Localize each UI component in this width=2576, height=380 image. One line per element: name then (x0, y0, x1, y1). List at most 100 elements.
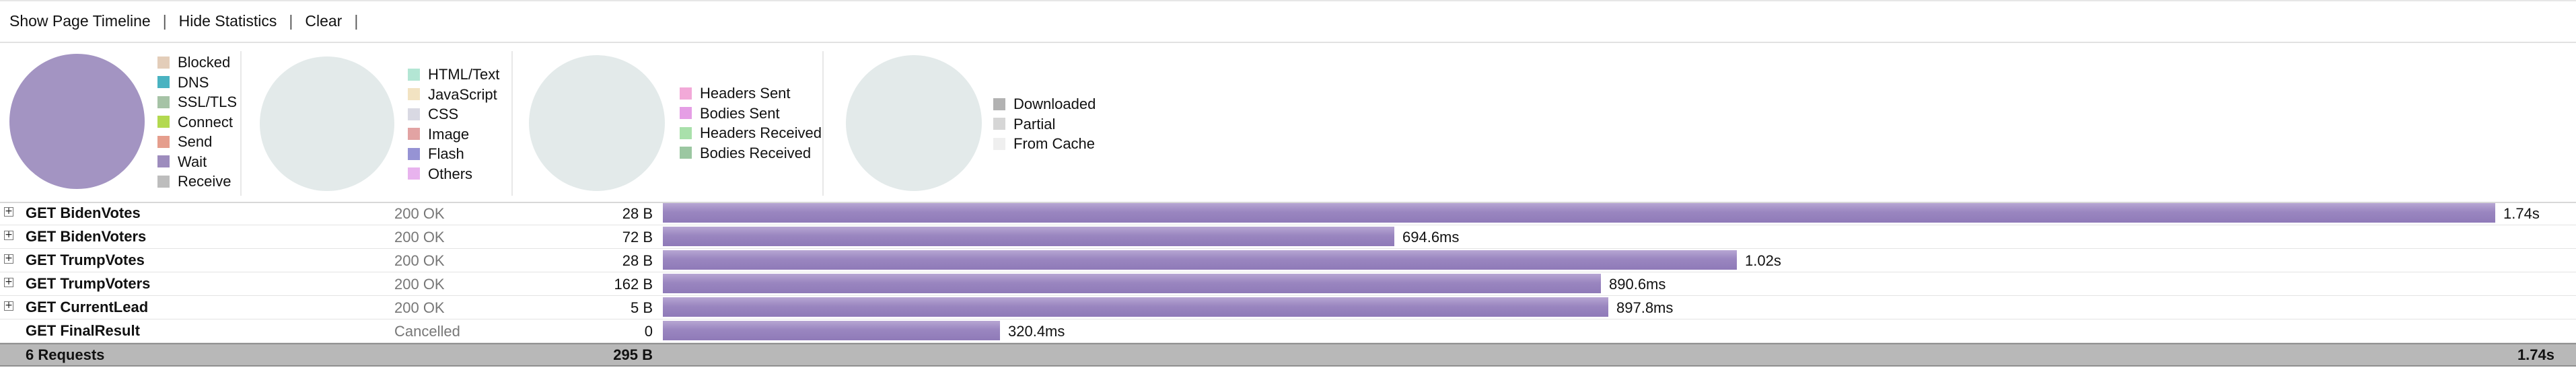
request-name[interactable]: GET BidenVoters (26, 228, 146, 245)
timeline-bar (663, 250, 1737, 270)
legend-label: Wait (178, 153, 207, 170)
timings-legend-item: SSL/TLS (157, 92, 237, 112)
expand-icon[interactable]: + (4, 301, 13, 311)
types-pie-chart (260, 56, 394, 191)
types-legend-item: HTML/Text (408, 65, 499, 85)
request-time: 1.74s (2503, 205, 2540, 222)
legend-label: Headers Sent (700, 85, 791, 102)
toolbar-separator: | (354, 11, 359, 30)
legend-swatch (680, 126, 692, 139)
types-legend-item: Image (408, 124, 499, 145)
legend-label: SSL/TLS (178, 93, 238, 110)
traffic-legend-item: Bodies Received (680, 143, 822, 163)
statistics-panel: Blocked DNS SSL/TLS Connect Send Wait Receive … (0, 44, 2576, 203)
show-page-timeline-link[interactable]: Show Page Timeline (9, 12, 151, 30)
request-size: 72 B (622, 229, 653, 245)
request-time: 1.02s (1745, 252, 1781, 269)
timings-legend-item: Connect (157, 112, 237, 132)
legend-swatch (157, 116, 170, 128)
timings-pie-chart (9, 54, 145, 189)
legend-swatch (680, 87, 692, 100)
legend-swatch (408, 128, 420, 141)
request-row[interactable]: + GET CurrentLead 200 OK 5 B 897.8ms (0, 296, 2576, 319)
toolbar-separator: | (162, 11, 167, 30)
legend-label: Headers Received (700, 124, 822, 141)
cache-legend-item: Partial (993, 114, 1096, 135)
timings-legend-item: Wait (157, 152, 237, 172)
legend-label: JavaScript (428, 85, 497, 103)
legend-label: Partial (1013, 115, 1056, 132)
request-status: 200 OK (394, 276, 445, 293)
types-legend: HTML/Text JavaScript CSS Image Flash Others (408, 65, 499, 184)
traffic-legend-item: Bodies Sent (680, 104, 822, 124)
total-size: 295 B (613, 346, 653, 363)
timings-legend-item: DNS (157, 73, 237, 93)
request-size: 28 B (622, 205, 653, 222)
expand-icon[interactable]: + (4, 254, 13, 264)
expand-icon[interactable]: + (4, 230, 13, 240)
request-status: 200 OK (394, 229, 445, 245)
legend-label: Downloaded (1013, 96, 1096, 112)
request-row[interactable]: + GET BidenVotes 200 OK 28 B 1.74s (0, 202, 2576, 225)
request-status: 200 OK (394, 252, 445, 269)
request-row[interactable]: + GET TrumpVotes 200 OK 28 B 1.02s (0, 249, 2576, 272)
legend-label: Others (428, 165, 473, 182)
timeline-bar (663, 227, 1394, 246)
request-size: 28 B (622, 252, 653, 269)
timings-legend-item: Blocked (157, 52, 237, 73)
legend-label: Receive (178, 173, 231, 190)
expand-icon[interactable]: + (4, 277, 13, 287)
types-legend-item: Flash (408, 144, 499, 164)
request-time: 890.6ms (1609, 276, 1666, 293)
legend-swatch (157, 76, 170, 89)
request-row[interactable]: + GET TrumpVoters 200 OK 162 B 890.6ms (0, 272, 2576, 296)
request-name[interactable]: GET BidenVotes (26, 204, 141, 222)
legend-swatch (157, 135, 170, 148)
legend-label: Image (428, 125, 470, 143)
request-status: 200 OK (394, 299, 445, 316)
hide-statistics-link[interactable]: Hide Statistics (179, 12, 277, 30)
legend-label: Bodies Sent (700, 104, 780, 122)
divider (240, 51, 242, 196)
net-toolbar: Show Page Timeline | Hide Statistics | C… (0, 0, 2576, 43)
legend-swatch (680, 107, 692, 120)
legend-label: HTML/Text (428, 66, 500, 83)
legend-swatch (157, 56, 170, 69)
total-time: 1.74s (2517, 346, 2554, 363)
legend-swatch (993, 137, 1005, 150)
types-legend-item: CSS (408, 104, 499, 124)
legend-label: From Cache (1013, 135, 1096, 152)
types-legend-item: Others (408, 164, 499, 184)
expand-icon[interactable]: + (4, 206, 13, 217)
request-name[interactable]: GET FinalResult (26, 322, 140, 340)
request-name[interactable]: GET CurrentLead (26, 299, 148, 316)
timeline-bar (663, 203, 2495, 223)
traffic-legend-item: Headers Received (680, 123, 822, 143)
legend-swatch (408, 167, 420, 180)
cache-legend-item: Downloaded (993, 94, 1096, 114)
request-time: 694.6ms (1402, 229, 1460, 245)
request-status: Cancelled (394, 323, 460, 340)
legend-label: Bodies Received (700, 144, 812, 161)
request-row[interactable]: + GET BidenVoters 200 OK 72 B 694.6ms (0, 225, 2576, 249)
legend-label: DNS (178, 73, 209, 91)
request-row[interactable]: GET FinalResult Cancelled 0 320.4ms (0, 319, 2576, 343)
request-name[interactable]: GET TrumpVotes (26, 252, 145, 269)
legend-label: Blocked (178, 54, 231, 71)
request-size: 0 (644, 323, 653, 340)
cache-legend-item: From Cache (993, 134, 1096, 154)
legend-swatch (408, 68, 420, 81)
clear-link[interactable]: Clear (305, 12, 342, 30)
request-list: + GET BidenVotes 200 OK 28 B 1.74s + GET Biden… (0, 202, 2576, 343)
timings-legend-item: Send (157, 132, 237, 152)
legend-swatch (157, 175, 170, 188)
traffic-legend: Headers Sent Bodies Sent Headers Received B… (680, 83, 822, 163)
legend-swatch (408, 108, 420, 120)
request-status: 200 OK (394, 205, 445, 222)
legend-swatch (993, 98, 1005, 110)
request-size: 5 B (630, 299, 653, 316)
request-name[interactable]: GET TrumpVoters (26, 275, 150, 293)
legend-label: Send (178, 133, 213, 150)
legend-label: Connect (178, 113, 233, 130)
legend-swatch (157, 155, 170, 168)
